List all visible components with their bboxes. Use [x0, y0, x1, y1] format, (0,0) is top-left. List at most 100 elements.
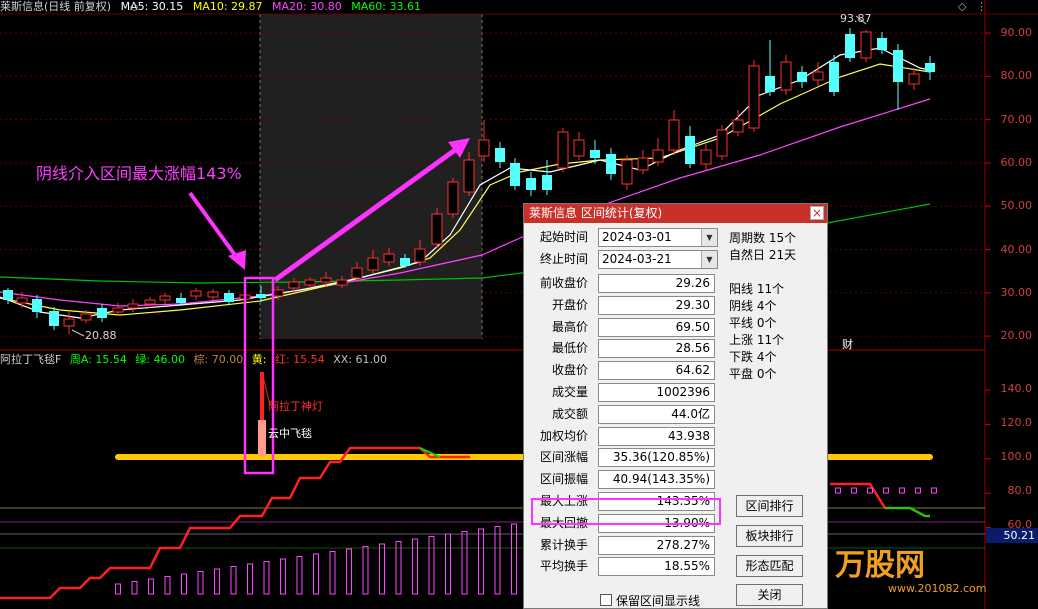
field-value: 35.36(120.85%)	[598, 448, 715, 468]
close-button[interactable]: 关闭	[736, 584, 803, 606]
candle-up	[780, 61, 792, 91]
chevron-down-icon[interactable]: ▼	[701, 251, 717, 268]
candle-down	[925, 63, 935, 72]
field-label: 收盘价	[551, 363, 588, 378]
lamp-bar-lower	[258, 420, 266, 456]
close-icon[interactable]: ×	[810, 206, 824, 220]
candle-down	[400, 258, 410, 266]
ind-lv: 绿: 46.00	[135, 353, 186, 366]
kline-chart[interactable]	[0, 0, 1038, 609]
stat-item: 下跌 4个	[729, 350, 777, 364]
ma60-value: MA60: 33.61	[351, 0, 421, 13]
candle-up	[127, 303, 139, 309]
candle-up	[351, 267, 363, 279]
ind-hong: 红: 15.54	[274, 353, 325, 366]
candle-down	[32, 299, 42, 312]
candle-up	[431, 213, 443, 245]
candle-down	[797, 72, 807, 82]
candle-down	[829, 62, 839, 92]
dialog-title: 莱斯信息 区间统计(复权)	[529, 206, 663, 220]
sector-rank-button[interactable]: 板块排行	[736, 525, 803, 547]
pattern-match-button[interactable]: 形态匹配	[736, 555, 803, 577]
interval-stats-dialog[interactable]: 莱斯信息 区间统计(复权) × 起始时间 2024-03-01 ▼ 终止时间 2…	[523, 203, 828, 609]
settings-icon[interactable]: ◇	[130, 0, 138, 13]
candle-up	[272, 289, 284, 297]
price-high-mark: 93.87	[840, 12, 872, 25]
stat-item: 阴线 4个	[729, 299, 777, 313]
candle-up	[414, 248, 426, 263]
field-label: 区间涨幅	[539, 450, 588, 465]
ind-zhou: 周A: 15.54	[69, 353, 127, 366]
checkbox-icon[interactable]	[600, 594, 612, 606]
field-label: 平均换手	[539, 559, 588, 574]
candle-up	[860, 31, 872, 59]
keep-interval-checkbox[interactable]: 保留区间显示线	[600, 594, 700, 608]
indicator-name: 阿拉丁飞毯F	[0, 353, 62, 366]
indicator-axis-tick: 100.0	[1000, 450, 1033, 463]
interval-rank-button[interactable]: 区间排行	[736, 495, 803, 517]
candle-up	[304, 279, 316, 286]
ind-xx: XX: 61.00	[333, 353, 387, 366]
field-label: 最高价	[551, 319, 588, 334]
candle-down	[3, 290, 13, 300]
stat-item: 平线 0个	[729, 316, 777, 330]
field-value: 40.94(143.35%)	[598, 470, 715, 490]
stat-item: 平盘 0个	[729, 367, 777, 381]
price-axis-tick: 60.00	[1000, 155, 1033, 169]
candle-up	[621, 159, 633, 185]
annotation-lamp: 阿拉丁神灯	[268, 400, 323, 413]
price-axis-tick: 50.00	[1000, 199, 1033, 213]
chevron-down-icon[interactable]: ▼	[701, 229, 717, 246]
header-right-icons: ◇ ⋮	[958, 0, 993, 14]
field-label: 成交量	[551, 385, 588, 399]
price-axis-tick: 70.00	[1000, 112, 1033, 126]
candle-down	[845, 34, 855, 58]
end-date-picker[interactable]: 2024-03-21 ▼	[598, 250, 718, 269]
candle-down	[765, 76, 775, 92]
annotation-cloud: 云中飞毯	[268, 427, 312, 440]
header-icons: ◇	[130, 0, 144, 14]
candle-up	[908, 73, 920, 85]
field-value: 28.56	[598, 339, 715, 359]
field-value: 43.938	[598, 426, 715, 446]
candle-up	[668, 119, 680, 151]
candle-up	[288, 281, 300, 289]
end-date-value: 2024-03-21	[602, 252, 672, 266]
field-value: 69.50	[598, 317, 715, 337]
price-axis-tick: 40.00	[1000, 242, 1033, 256]
start-date-picker[interactable]: 2024-03-01 ▼	[598, 228, 718, 247]
candle-up	[336, 279, 348, 286]
indicator-header: 阿拉丁飞毯F 周A: 15.54 绿: 46.00 棕: 70.00 黄: 红:…	[0, 352, 392, 367]
candle-up	[159, 295, 171, 301]
candle-down	[256, 294, 266, 298]
candle-down	[97, 308, 107, 318]
candle-up	[367, 257, 379, 271]
candle-up	[383, 253, 395, 263]
more-icon[interactable]: ⋮	[976, 0, 987, 13]
candle-down	[49, 311, 59, 326]
indicator-axis-tick: 140.0	[1000, 382, 1033, 395]
candle-up	[732, 119, 744, 133]
field-label: 成交额	[551, 406, 588, 421]
candle-up	[144, 299, 156, 305]
price-low-mark: 20.88	[85, 329, 117, 342]
indicator-axis-current: 50.21	[986, 528, 1038, 543]
dialog-title-bar[interactable]: 莱斯信息 区间统计(复权) ×	[524, 204, 827, 223]
candle-down	[685, 136, 695, 164]
candle-up	[700, 149, 712, 165]
diamond-icon[interactable]: ◇	[958, 0, 966, 13]
field-label: 最低价	[551, 341, 588, 356]
field-label: 区间振幅	[539, 472, 588, 487]
candle-down	[542, 175, 552, 190]
candle-up	[748, 65, 760, 129]
candle-up	[812, 71, 824, 81]
candle-up	[207, 291, 219, 298]
stat-item: 上涨 11个	[729, 333, 785, 347]
indicator-axis-tick: 80.0	[1007, 484, 1033, 497]
field-value: 44.0亿	[598, 404, 715, 424]
candle-up	[16, 297, 28, 304]
field-value: 29.30	[598, 295, 715, 315]
interval-shade	[260, 14, 482, 339]
ma20-value: MA20: 30.80	[272, 0, 342, 13]
annotation-cai: 财	[842, 338, 853, 351]
